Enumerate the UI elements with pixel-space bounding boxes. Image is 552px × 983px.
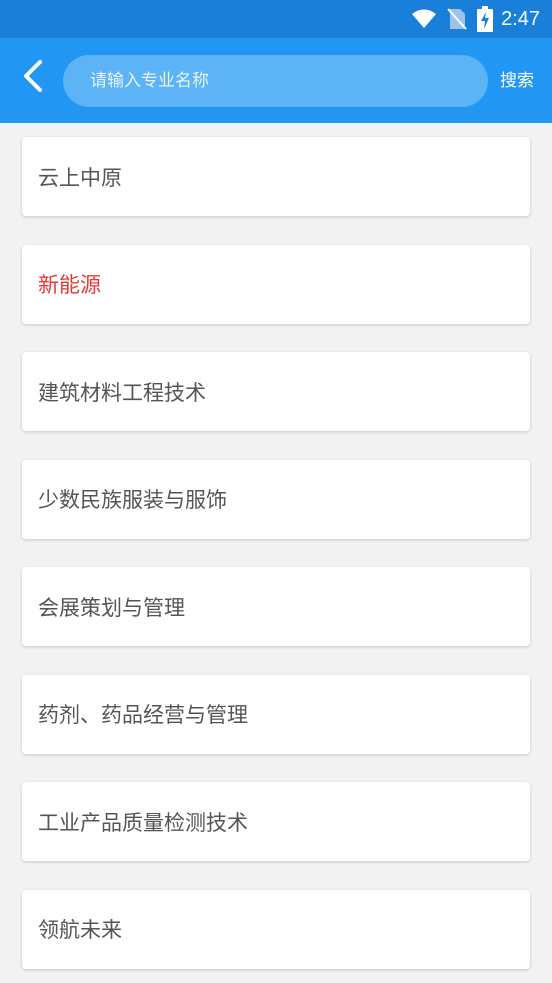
major-item-label: 少数民族服装与服饰 (38, 488, 227, 512)
major-item-label: 会展策划与管理 (38, 595, 185, 620)
clock: 2:47 (501, 7, 540, 30)
major-item-label: 建筑材料工程技术 (38, 380, 206, 405)
major-item-label: 工业产品质量检测技术 (38, 810, 248, 835)
major-item-4[interactable]: 会展策划与管理 (22, 567, 530, 646)
major-item-0[interactable]: 云上中原 (22, 137, 530, 216)
major-item-3[interactable]: 少数民族服装与服饰 (22, 459, 530, 539)
status-bar: 2:47 (0, 0, 552, 38)
app-bar: 搜索 (0, 38, 552, 123)
battery-charging-icon (477, 6, 494, 32)
major-list: 云上中原 新能源 建筑材料工程技术 少数民族服装与服饰 会展策划与管理 药剂、药… (0, 123, 552, 969)
major-item-1[interactable]: 新能源 (22, 244, 530, 324)
major-item-label: 新能源 (38, 273, 101, 297)
search-input[interactable] (88, 70, 488, 92)
no-sim-icon (447, 8, 467, 30)
major-item-label: 领航未来 (38, 918, 122, 942)
major-item-6[interactable]: 工业产品质量检测技术 (22, 782, 530, 861)
major-item-5[interactable]: 药剂、药品经营与管理 (22, 674, 530, 754)
major-item-2[interactable]: 建筑材料工程技术 (22, 352, 530, 431)
chevron-left-icon (20, 59, 44, 97)
search-button[interactable]: 搜索 (500, 66, 534, 91)
major-item-label: 药剂、药品经营与管理 (38, 703, 248, 727)
back-button[interactable] (12, 58, 52, 98)
major-item-label: 云上中原 (38, 165, 122, 190)
search-box[interactable] (63, 55, 488, 107)
wifi-icon (411, 9, 437, 29)
major-item-7[interactable]: 领航未来 (22, 889, 530, 969)
